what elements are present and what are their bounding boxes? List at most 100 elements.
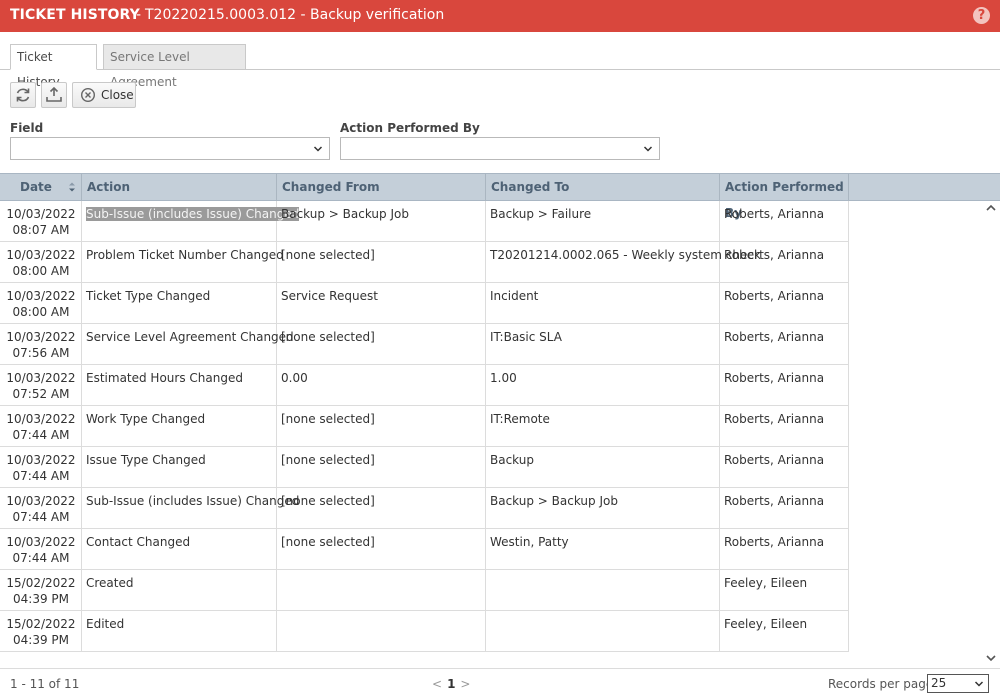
- page-number[interactable]: 1: [447, 677, 455, 691]
- cell-changed-from-text: [none selected]: [281, 494, 375, 508]
- column-header-date[interactable]: Date: [0, 174, 82, 201]
- table-row[interactable]: 10/03/2022 08:00 AM Ticket Type Changed Ser…: [0, 283, 849, 324]
- table-row[interactable]: 10/03/2022 07:44 AM Contact Changed [none s…: [0, 529, 849, 570]
- tab-ticket-history[interactable]: Ticket History: [10, 44, 97, 89]
- cell-date-date: 10/03/2022: [6, 330, 76, 344]
- cell-changed-from: [none selected]: [277, 324, 486, 365]
- cell-date: 10/03/2022 07:44 AM: [0, 406, 82, 447]
- table-row[interactable]: 10/03/2022 07:56 AM Service Level Agreemen…: [0, 324, 849, 365]
- table-row[interactable]: 10/03/2022 07:52 AM Estimated Hours Change…: [0, 365, 849, 406]
- cell-date: 10/03/2022 07:44 AM: [0, 447, 82, 488]
- cell-changed-to-text: Westin, Patty: [490, 535, 569, 549]
- cell-changed-to: 1.00: [486, 365, 720, 406]
- cell-performed-by: Roberts, Arianna: [720, 242, 849, 283]
- table-row[interactable]: 10/03/2022 07:44 AM Issue Type Changed [non…: [0, 447, 849, 488]
- cell-changed-to: Backup > Backup Job: [486, 488, 720, 529]
- cell-performed-by-text: Roberts, Arianna: [724, 289, 825, 303]
- cell-changed-from: [none selected]: [277, 242, 486, 283]
- cell-performed-by: Roberts, Arianna: [720, 488, 849, 529]
- prev-page-button[interactable]: <: [432, 677, 442, 691]
- table-row[interactable]: 10/03/2022 08:00 AM Problem Ticket Number …: [0, 242, 849, 283]
- cell-changed-from-text: 0.00: [281, 371, 308, 385]
- cell-date-text: 10/03/2022 07:44 AM: [0, 534, 82, 566]
- cell-action-text: Estimated Hours Changed: [86, 371, 243, 385]
- tab-service-level-agreement[interactable]: Service Level Agreement: [103, 44, 246, 89]
- cell-date-time: 07:44 AM: [12, 469, 70, 483]
- help-icon[interactable]: ?: [973, 7, 990, 24]
- title-separator: -: [136, 7, 142, 23]
- column-header-date-label: Date: [20, 180, 52, 194]
- cell-date: 10/03/2022 07:44 AM: [0, 488, 82, 529]
- cell-changed-from: 0.00: [277, 365, 486, 406]
- cell-action-text: Ticket Type Changed: [86, 289, 211, 303]
- cell-action: Created: [82, 570, 277, 611]
- records-per-page-label: Records per page:: [828, 677, 938, 691]
- close-icon: [80, 87, 96, 103]
- cell-date-date: 15/02/2022: [6, 576, 76, 590]
- export-button[interactable]: [41, 82, 67, 108]
- record-count: 1 - 11 of 11: [10, 677, 80, 691]
- cell-changed-from-text: [none selected]: [281, 412, 375, 426]
- cell-action: Sub-Issue (includes Issue) Changed: [82, 488, 299, 529]
- refresh-button[interactable]: [10, 82, 36, 108]
- cell-changed-to: IT:Remote: [486, 406, 720, 447]
- scroll-up-icon[interactable]: [985, 203, 997, 213]
- column-header-action[interactable]: Action: [82, 174, 277, 201]
- cell-changed-to-text: IT:Remote: [490, 412, 550, 426]
- cell-action-text: Work Type Changed: [86, 412, 206, 426]
- cell-date-time: 08:00 AM: [12, 305, 70, 319]
- records-per-page-select[interactable]: 25: [927, 674, 989, 693]
- cell-changed-from: [277, 611, 486, 652]
- next-page-button[interactable]: >: [460, 677, 470, 691]
- cell-date-date: 10/03/2022: [6, 535, 76, 549]
- cell-date: 10/03/2022 08:00 AM: [0, 283, 82, 324]
- performed-by-select[interactable]: [340, 137, 660, 160]
- cell-date-date: 10/03/2022: [6, 207, 76, 221]
- close-button[interactable]: Close: [72, 82, 136, 108]
- scroll-down-icon[interactable]: [985, 653, 997, 663]
- cell-action-text: Contact Changed: [86, 535, 191, 549]
- field-select[interactable]: [10, 137, 330, 160]
- cell-date-text: 10/03/2022 07:44 AM: [0, 493, 82, 525]
- column-header-changed-from[interactable]: Changed From: [277, 174, 486, 201]
- cell-action-text: Sub-Issue (includes Issue) Changed: [86, 494, 300, 508]
- cell-action-text: Service Level Agreement Changed: [86, 330, 294, 344]
- cell-performed-by-text: Feeley, Eileen: [724, 617, 808, 631]
- cell-date-time: 08:00 AM: [12, 264, 70, 278]
- cell-date: 10/03/2022 07:56 AM: [0, 324, 82, 365]
- cell-date-time: 07:44 AM: [12, 551, 70, 565]
- cell-date-date: 10/03/2022: [6, 371, 76, 385]
- grid-footer: 1 - 11 of 11 <1 > Records per page: 25: [0, 668, 1000, 696]
- cell-changed-to-text: 1.00: [490, 371, 517, 385]
- cell-action: Issue Type Changed: [82, 447, 277, 488]
- cell-changed-to-text: Backup > Failure: [490, 207, 592, 221]
- column-header-action-performed-by[interactable]: Action Performed By: [720, 174, 849, 220]
- column-header-changed-to[interactable]: Changed To: [486, 174, 720, 201]
- table-row[interactable]: 10/03/2022 07:44 AM Work Type Changed [none…: [0, 406, 849, 447]
- cell-date-text: 15/02/2022 04:39 PM: [0, 575, 82, 607]
- cell-changed-to: IT:Basic SLA: [486, 324, 720, 365]
- table-row[interactable]: 15/02/2022 04:39 PM Created Feeley, Eileen: [0, 570, 849, 611]
- cell-date-date: 15/02/2022: [6, 617, 76, 631]
- performed-by-label: Action Performed By: [340, 121, 480, 135]
- table-row[interactable]: 15/02/2022 04:39 PM Edited Feeley, Eileen: [0, 611, 849, 652]
- table-row[interactable]: 10/03/2022 08:07 AM Sub-Issue (includes Is…: [0, 201, 849, 242]
- cell-performed-by-text: Roberts, Arianna: [724, 330, 825, 344]
- cell-changed-to: [486, 611, 720, 652]
- cell-date-text: 10/03/2022 08:07 AM: [0, 206, 82, 238]
- cell-changed-from-text: [none selected]: [281, 453, 375, 467]
- table-row[interactable]: 10/03/2022 07:44 AM Sub-Issue (includes Is…: [0, 488, 849, 529]
- cell-date-date: 10/03/2022: [6, 412, 76, 426]
- cell-date-date: 10/03/2022: [6, 289, 76, 303]
- refresh-icon: [16, 88, 30, 102]
- cell-changed-to-text: IT:Basic SLA: [490, 330, 562, 344]
- cell-date-text: 15/02/2022 04:39 PM: [0, 616, 82, 648]
- cell-changed-to-text: Incident: [490, 289, 539, 303]
- cell-changed-from: Service Request: [277, 283, 486, 324]
- cell-changed-from: [277, 570, 486, 611]
- cell-date-time: 07:44 AM: [12, 510, 70, 524]
- cell-changed-to-text: Backup > Backup Job: [490, 494, 618, 508]
- cell-performed-by: Roberts, Arianna: [720, 283, 849, 324]
- grid-header: Date Action Changed From Changed To Acti…: [0, 173, 1000, 220]
- window-title: TICKET HISTORY: [10, 7, 140, 23]
